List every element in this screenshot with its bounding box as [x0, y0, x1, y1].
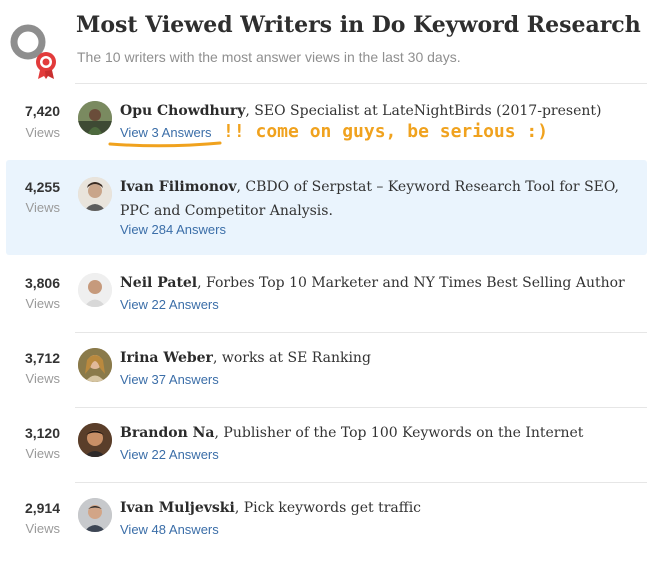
writer-credential: , Pick keywords get traffic [234, 500, 422, 516]
view-count: 4,255 [24, 179, 60, 195]
writer-info: Ivan Filimonov, CBDO of Serpstat – Keywo… [120, 175, 640, 223]
page-subtitle: The 10 writers with the most answer view… [77, 49, 461, 65]
writer-credential: , Forbes Top 10 Marketer and NY Times Be… [197, 275, 625, 291]
view-count: 2,914 [24, 500, 60, 516]
writer-name[interactable]: Neil Patel [120, 275, 197, 291]
writer-info: Irina Weber, works at SE Ranking [120, 346, 640, 370]
writer-row: 4,255 Views Ivan Filimonov, CBDO of Serp… [6, 160, 647, 255]
writer-info: Opu Chowdhury, SEO Specialist at LateNig… [120, 99, 640, 123]
views-label: Views [25, 446, 60, 461]
annotation-underline [108, 141, 222, 148]
view-count: 3,120 [24, 425, 60, 441]
writer-row: 3,806 Views Neil Patel, Forbes Top 10 Ma… [0, 258, 653, 332]
views-label: Views [25, 125, 60, 140]
writer-info: Ivan Muljevski, Pick keywords get traffi… [120, 496, 640, 520]
writer-credential: , works at SE Ranking [212, 350, 371, 366]
writer-name[interactable]: Brandon Na [120, 425, 215, 441]
writer-name[interactable]: Ivan Muljevski [120, 500, 235, 516]
writer-row: 3,120 Views Brandon Na, Publisher of the… [0, 408, 653, 482]
view-answers-link[interactable]: View 22 Answers [120, 297, 219, 312]
view-answers-link[interactable]: View 48 Answers [120, 522, 219, 537]
writer-name[interactable]: Irina Weber [120, 350, 213, 366]
writer-row: 3,712 Views Irina Weber, works at SE Ran… [0, 333, 653, 407]
avatar[interactable] [78, 273, 112, 307]
writer-credential: , Publisher of the Top 100 Keywords on t… [214, 425, 584, 441]
avatar[interactable] [78, 348, 112, 382]
page-title: Most Viewed Writers in Do Keyword Resear… [76, 12, 641, 38]
view-answers-link[interactable]: View 284 Answers [120, 222, 226, 237]
writer-info: Brandon Na, Publisher of the Top 100 Key… [120, 421, 640, 445]
views-label: Views [25, 371, 60, 386]
writer-credential: , SEO Specialist at LateNightBirds (2017… [245, 103, 602, 119]
view-answers-link[interactable]: View 3 Answers [120, 125, 212, 140]
writer-row: 2,914 Views Ivan Muljevski, Pick keyword… [0, 483, 653, 557]
view-count: 3,712 [24, 350, 60, 366]
view-count: 3,806 [24, 275, 60, 291]
writer-info: Neil Patel, Forbes Top 10 Marketer and N… [120, 271, 640, 295]
avatar[interactable] [78, 498, 112, 532]
writer-name[interactable]: Opu Chowdhury [120, 103, 245, 119]
award-badge-icon [10, 24, 56, 79]
views-label: Views [25, 521, 60, 536]
avatar[interactable] [78, 423, 112, 457]
avatar[interactable] [78, 177, 112, 211]
view-count: 7,420 [24, 103, 60, 119]
avatar[interactable] [78, 101, 112, 135]
views-label: Views [25, 296, 60, 311]
view-answers-link[interactable]: View 22 Answers [120, 447, 219, 462]
header: Most Viewed Writers in Do Keyword Resear… [0, 0, 653, 84]
writer-name[interactable]: Ivan Filimonov [120, 179, 237, 195]
annotation-text: !! come on guys, be serious :) [223, 121, 549, 142]
views-label: Views [25, 200, 60, 215]
view-answers-link[interactable]: View 37 Answers [120, 372, 219, 387]
